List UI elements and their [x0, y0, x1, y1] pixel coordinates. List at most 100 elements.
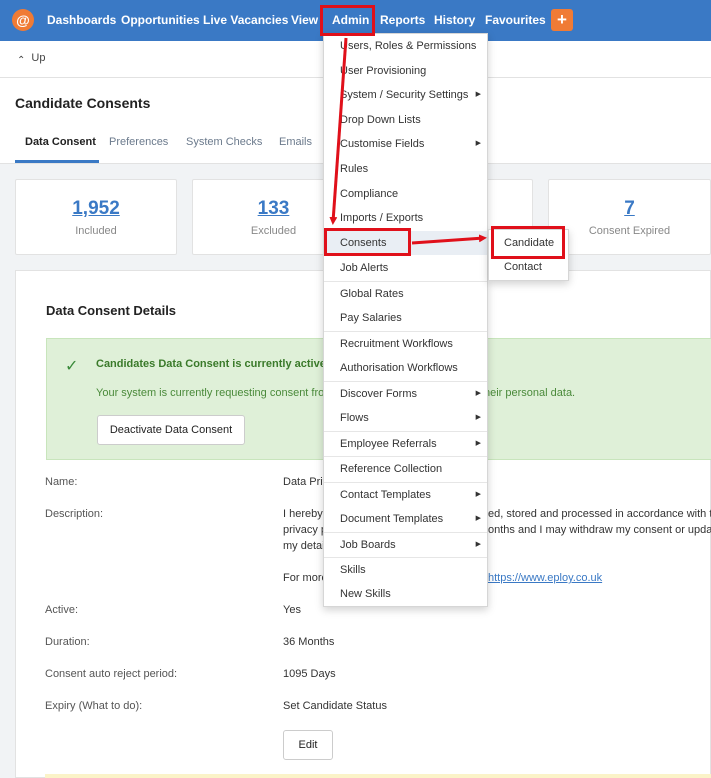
- stat-consent-expired-value[interactable]: 7: [549, 198, 710, 220]
- up-link[interactable]: ⌃ Up: [17, 52, 46, 66]
- tab-system-checks[interactable]: System Checks: [186, 136, 262, 148]
- menu-item-label: Authorisation Workflows: [340, 362, 458, 374]
- menu-skills[interactable]: Skills: [324, 557, 487, 581]
- nav-favourites[interactable]: Favourites: [485, 0, 546, 41]
- stat-consent-expired-label: Consent Expired: [588, 225, 671, 237]
- menu-item-label: Reference Collection: [340, 463, 443, 475]
- stat-included-label: Included: [75, 225, 117, 237]
- menu-employee-referrals[interactable]: Employee Referrals ▶: [324, 431, 487, 455]
- field-duration-value: 36 Months: [283, 636, 335, 648]
- app-logo-icon[interactable]: @: [12, 9, 34, 31]
- menu-item-label: User Provisioning: [340, 65, 427, 77]
- menu-imports-exports[interactable]: Imports / Exports: [324, 206, 487, 230]
- caret-right-icon: ▶: [475, 390, 481, 397]
- caret-right-icon: ▶: [475, 91, 481, 98]
- menu-compliance[interactable]: Compliance: [324, 182, 487, 206]
- menu-authorisation-workflows[interactable]: Authorisation Workflows: [324, 356, 487, 380]
- menu-item-label: Skills: [340, 564, 366, 576]
- menu-item-label: Job Boards: [340, 539, 396, 551]
- menu-item-label: Pay Salaries: [340, 312, 402, 324]
- menu-item-label: Compliance: [340, 188, 399, 200]
- field-description-line3: my detai: [283, 540, 325, 552]
- caret-right-icon: ▶: [475, 414, 481, 421]
- tab-emails[interactable]: Emails: [279, 136, 312, 148]
- tab-preferences[interactable]: Preferences: [109, 136, 168, 148]
- menu-document-templates[interactable]: Document Templates ▶: [324, 507, 487, 531]
- alert-body: Your system is currently requesting cons…: [96, 387, 334, 399]
- field-duration-label: Duration:: [45, 636, 90, 648]
- menu-item-label: Imports / Exports: [340, 212, 424, 224]
- menu-reference-collection[interactable]: Reference Collection: [324, 456, 487, 480]
- field-description-line1b: ed, stored and processed in accordance w…: [488, 508, 711, 520]
- alert-title: Candidates Data Consent is currently act…: [96, 358, 326, 370]
- menu-item-label: Contact Templates: [340, 489, 431, 501]
- menu-customise-fields[interactable]: Customise Fields ▶: [324, 132, 487, 156]
- field-expiry-value: Set Candidate Status: [283, 700, 387, 712]
- menu-item-label: New Skills: [340, 588, 391, 600]
- menu-item-label: Users, Roles & Permissions: [340, 40, 477, 52]
- tab-data-consent[interactable]: Data Consent: [25, 136, 96, 148]
- panel-title: Data Consent Details: [46, 303, 177, 318]
- menu-job-boards[interactable]: Job Boards ▶: [324, 532, 487, 556]
- nav-dashboards[interactable]: Dashboards: [47, 0, 116, 41]
- caret-right-icon: ▶: [475, 491, 481, 498]
- field-auto-reject-label: Consent auto reject period:: [45, 668, 178, 680]
- caret-right-icon: ▶: [475, 440, 481, 447]
- nav-view[interactable]: View: [291, 0, 318, 41]
- menu-global-rates[interactable]: Global Rates: [324, 281, 487, 305]
- menu-new-skills[interactable]: New Skills: [324, 582, 487, 606]
- menu-item-label: System / Security Settings: [340, 89, 469, 101]
- menu-pay-salaries[interactable]: Pay Salaries: [324, 306, 487, 330]
- field-active-value: Yes: [283, 604, 301, 616]
- menu-item-label: Employee Referrals: [340, 438, 437, 450]
- annotation-admin-box: [320, 5, 375, 36]
- edit-button[interactable]: Edit: [283, 730, 333, 760]
- menu-item-label: Global Rates: [340, 288, 404, 300]
- menu-item-label: Job Alerts: [340, 262, 389, 274]
- stat-included-value[interactable]: 1,952: [16, 198, 176, 220]
- menu-item-label: Drop Down Lists: [340, 114, 421, 126]
- page-title: Candidate Consents: [15, 95, 151, 111]
- menu-rules[interactable]: Rules: [324, 157, 487, 181]
- field-name-label: Name:: [45, 476, 78, 488]
- eploy-link[interactable]: https://www.eploy.co.uk: [488, 572, 602, 584]
- bottom-notice-strip: [45, 774, 711, 778]
- menu-job-alerts[interactable]: Job Alerts: [324, 256, 487, 280]
- active-tab-indicator: [15, 160, 99, 163]
- alert-body-continued: heir personal data.: [484, 387, 576, 399]
- field-active-label: Active:: [45, 604, 79, 616]
- menu-drop-down-lists[interactable]: Drop Down Lists: [324, 108, 487, 132]
- admin-dropdown-menu: Users, Roles & Permissions User Provisio…: [323, 33, 488, 607]
- menu-item-label: Recruitment Workflows: [340, 338, 453, 350]
- chevron-up-icon: ⌃: [17, 55, 26, 66]
- annotation-candidate-box: [491, 226, 565, 259]
- annotation-consents-box: [324, 228, 411, 256]
- field-auto-reject-value: 1095 Days: [283, 668, 336, 680]
- stat-consent-expired: 7 Consent Expired: [548, 179, 711, 255]
- field-description-line1: I hereby: [283, 508, 323, 520]
- menu-discover-forms[interactable]: Discover Forms ▶: [324, 381, 487, 405]
- add-button[interactable]: +: [551, 9, 573, 31]
- nav-live-vacancies[interactable]: Live Vacancies: [203, 0, 288, 41]
- field-description-line2: privacy p: [283, 524, 328, 536]
- menu-item-label: Flows: [340, 412, 369, 424]
- nav-opportunities[interactable]: Opportunities: [121, 0, 200, 41]
- caret-right-icon: ▶: [475, 515, 481, 522]
- check-icon: ✓: [65, 358, 79, 375]
- caret-right-icon: ▶: [475, 541, 481, 548]
- field-description-line2b: onths and I may withdraw my consent or u…: [488, 524, 711, 536]
- menu-system-security-settings[interactable]: System / Security Settings ▶: [324, 83, 487, 107]
- menu-recruitment-workflows[interactable]: Recruitment Workflows: [324, 331, 487, 355]
- menu-item-label: Customise Fields: [340, 138, 425, 150]
- menu-item-label: Rules: [340, 163, 369, 175]
- menu-user-provisioning[interactable]: User Provisioning: [324, 59, 487, 83]
- up-label: Up: [31, 52, 46, 64]
- field-description-line4: For more: [283, 572, 328, 584]
- menu-users-roles-permissions[interactable]: Users, Roles & Permissions: [324, 34, 487, 58]
- stat-included: 1,952 Included: [15, 179, 177, 255]
- caret-right-icon: ▶: [475, 140, 481, 147]
- menu-flows[interactable]: Flows ▶: [324, 406, 487, 430]
- submenu-contact[interactable]: Contact: [504, 261, 542, 273]
- menu-contact-templates[interactable]: Contact Templates ▶: [324, 482, 487, 506]
- deactivate-consent-button[interactable]: Deactivate Data Consent: [97, 415, 245, 445]
